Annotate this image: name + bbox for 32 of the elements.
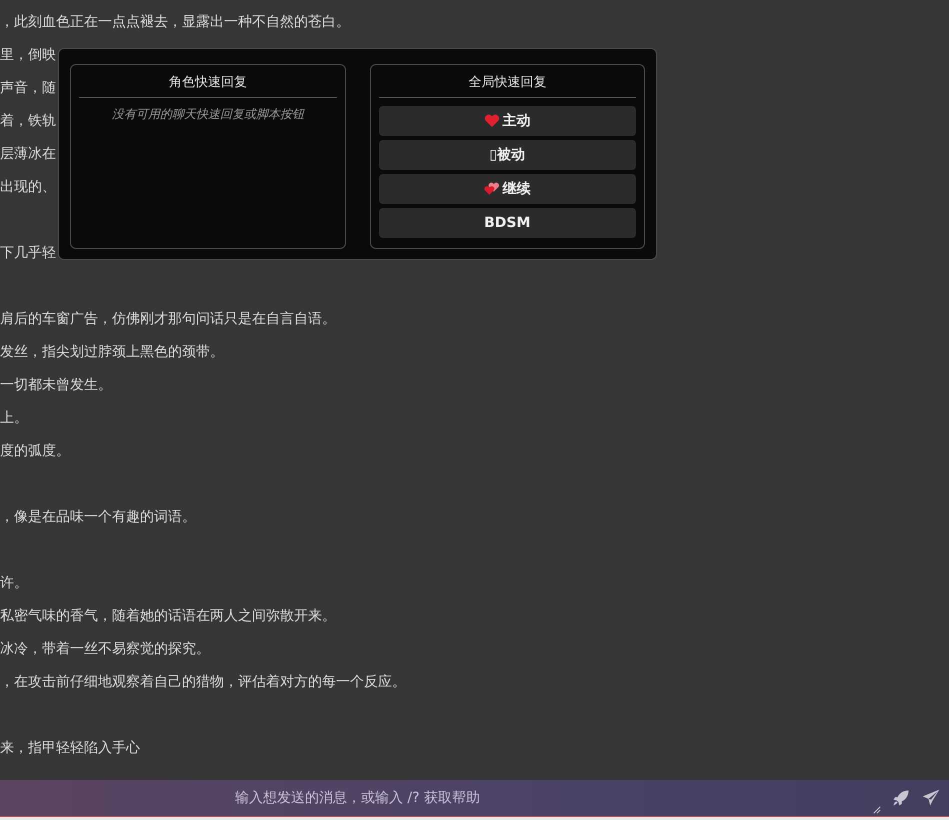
chat-message-line: 来，指甲轻轻陷入手心 [0,739,140,758]
heart-icon [484,114,500,128]
chat-message-line: 许。 [0,574,28,593]
chat-message-line: ，像是在品味一个有趣的词语。 [0,508,196,527]
message-input-field[interactable]: 输入想发送的消息，或输入 /? 获取帮助 [0,789,873,807]
chat-message-line: ，在攻击前仔细地观察着自己的猎物，评估着对方的每一个反应。 [0,673,406,692]
message-input-bar[interactable]: 输入想发送的消息，或输入 /? 获取帮助 [0,780,949,816]
rocket-icon[interactable] [891,788,911,808]
chat-message-line: 里，倒映 [0,46,56,65]
chat-message-line: 声音，随 [0,79,56,98]
chat-message-line: 层薄冰在 [0,145,56,164]
quick-reply-button[interactable]: BDSM [378,208,636,238]
empty-note: 没有可用的聊天快速回复或脚本按钮 [110,106,306,123]
chat-message-line: 上。 [0,409,28,428]
quick-reply-button[interactable]: 继续 [378,174,636,204]
panel-title: 全局快速回复 [378,65,636,98]
chat-message-line: 度的弧度。 [0,442,70,461]
quick-reply-button[interactable]: 主动 [378,106,636,136]
chat-message-line: 冰冷，带着一丝不易察觉的探究。 [0,640,210,659]
quick-reply-button[interactable]: ▯被动 [378,140,636,170]
chat-message-line: 私密气味的香气，随着她的话语在两人之间弥散开来。 [0,607,336,626]
resize-handle-icon[interactable] [873,806,881,814]
panel-title: 角色快速回复 [79,65,336,98]
chat-message-line: 发丝，指尖划过脖颈上黑色的颈带。 [0,343,224,362]
chat-message-line: ，此刻血色正在一点点褪去，显露出一种不自然的苍白。 [0,13,350,32]
chat-message-line: 一切都未曾发生。 [0,376,112,395]
chat-message-line: 出现的、 [0,178,56,197]
two-hearts-icon [484,182,500,196]
chat-message-line: 下几乎轻 [0,244,56,263]
chat-message-line: 着，铁轨 [0,112,56,131]
chat-message-line: 肩后的车窗广告，仿佛刚才那句问话只是在自言自语。 [0,310,336,329]
send-icon[interactable] [921,788,941,808]
